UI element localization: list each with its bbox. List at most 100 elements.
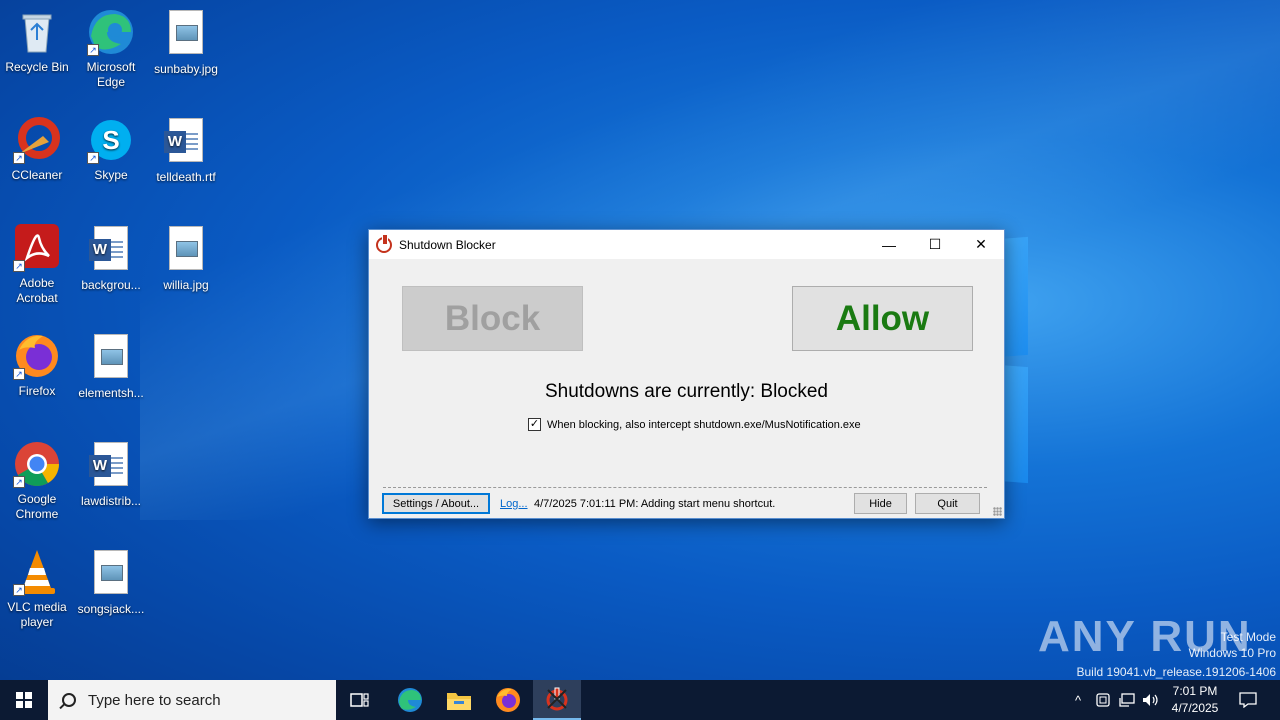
search-input[interactable]: [88, 691, 318, 709]
desktop-icon-image-file[interactable]: elementsh...: [73, 332, 149, 401]
desktop-icon-label: Adobe Acrobat: [16, 276, 58, 305]
image-file-icon: [87, 550, 135, 598]
log-link[interactable]: Log...: [500, 498, 528, 510]
shortcut-arrow-icon: ↗: [13, 476, 25, 488]
desktop-icon-google-chrome[interactable]: ↗ Google Chrome: [0, 440, 75, 522]
maximize-button[interactable]: ☐: [912, 230, 958, 259]
taskbar-shutdown-blocker[interactable]: [533, 680, 581, 720]
watermark-test-mode: Test Mode: [1220, 630, 1276, 644]
skype-icon: S ↗: [87, 116, 135, 164]
desktop-icon-microsoft-edge[interactable]: ↗ Microsoft Edge: [73, 8, 149, 90]
hide-button[interactable]: Hide: [854, 493, 907, 514]
desktop-icon-ccleaner[interactable]: ↗ CCleaner: [0, 116, 75, 183]
close-button[interactable]: ✕: [958, 230, 1004, 259]
window-title: Shutdown Blocker: [399, 237, 496, 252]
svg-text:S: S: [102, 125, 119, 155]
firefox-icon: ↗: [13, 332, 61, 380]
notification-icon: [1239, 692, 1257, 708]
desktop-icon-word-doc[interactable]: W lawdistrib...: [73, 440, 149, 509]
edge-icon: [398, 688, 422, 712]
recycle-bin-icon: [13, 8, 61, 56]
desktop-icon-label: willia.jpg: [163, 278, 209, 292]
desktop-icon-image-file[interactable]: willia.jpg: [148, 224, 224, 293]
desktop-icon-image-file[interactable]: songsjack....: [73, 548, 149, 617]
shortcut-arrow-icon: ↗: [87, 152, 99, 164]
shortcut-arrow-icon: ↗: [13, 260, 25, 272]
shortcut-arrow-icon: ↗: [87, 44, 99, 56]
notifications-button[interactable]: [1230, 680, 1266, 720]
word-file-icon: W: [87, 442, 135, 490]
taskbar-firefox[interactable]: [484, 680, 532, 720]
clock-time: 7:01 PM: [1172, 684, 1218, 698]
search-icon: [62, 693, 76, 707]
security-tray-icon[interactable]: [1093, 680, 1113, 720]
clock-date: 4/7/2025: [1171, 701, 1219, 715]
task-view-button[interactable]: [336, 680, 384, 720]
allow-button[interactable]: Allow: [792, 286, 973, 351]
settings-about-button[interactable]: Settings / About...: [382, 493, 490, 514]
start-button[interactable]: [0, 680, 48, 720]
desktop-icon-label: Google Chrome: [15, 492, 59, 521]
shutdown-blocker-window: Shutdown Blocker — ☐ ✕ Block Allow Shutd…: [368, 229, 1005, 519]
desktop-icon-label: Skype: [94, 168, 128, 182]
taskbar-edge[interactable]: [386, 680, 434, 720]
desktop-icon-label: Recycle Bin: [5, 60, 69, 74]
ccleaner-icon: ↗: [13, 116, 61, 164]
title-bar[interactable]: Shutdown Blocker — ☐ ✕: [369, 230, 1004, 259]
desktop-icon-label: telldeath.rtf: [156, 170, 216, 184]
watermark-edition: Windows 10 Pro: [1188, 646, 1276, 660]
word-file-icon: W: [162, 118, 210, 166]
volume-icon[interactable]: [1140, 680, 1162, 720]
block-button[interactable]: Block: [402, 286, 583, 351]
divider: [383, 487, 987, 488]
image-file-icon: [162, 226, 210, 274]
show-hidden-icons-button[interactable]: ^: [1068, 680, 1088, 720]
taskbar-file-explorer[interactable]: [435, 680, 483, 720]
taskbar-search-box[interactable]: [48, 680, 336, 720]
desktop-icon-label: sunbaby.jpg: [154, 62, 218, 76]
task-view-icon: [350, 693, 369, 707]
windows-logo-icon: [16, 692, 32, 708]
desktop-icon-label: backgrou...: [81, 278, 141, 292]
desktop-icon-label: lawdistrib...: [80, 494, 142, 508]
desktop-icon-adobe-acrobat[interactable]: ↗ Adobe Acrobat: [0, 224, 75, 306]
intercept-checkbox-label: When blocking, also intercept shutdown.e…: [547, 418, 861, 431]
desktop-icon-word-doc[interactable]: W telldeath.rtf: [148, 116, 224, 185]
vlc-icon: ↗: [13, 548, 61, 596]
desktop-icon-word-doc[interactable]: W backgrou...: [73, 224, 149, 293]
taskbar: ^ 7:01 PM 4/7/2025: [0, 680, 1280, 720]
word-file-icon: W: [87, 226, 135, 274]
desktop-icon-label: Firefox: [18, 384, 56, 398]
shortcut-arrow-icon: ↗: [13, 152, 25, 164]
file-explorer-icon: [447, 693, 471, 710]
desktop-icon-skype[interactable]: S ↗ Skype: [73, 116, 149, 183]
log-message: 4/7/2025 7:01:11 PM: Adding start menu s…: [534, 498, 776, 510]
desktop-icon-label: Microsoft Edge: [86, 60, 136, 89]
edge-icon: ↗: [87, 8, 135, 56]
desktop-icon-label: VLC media player: [7, 600, 67, 629]
intercept-checkbox[interactable]: ✓: [528, 418, 541, 431]
watermark-build: Build 19041.vb_release.191206-1406: [1076, 665, 1277, 679]
shutdown-status-text: Shutdowns are currently: Blocked: [544, 381, 829, 402]
desktop-icon-recycle-bin[interactable]: Recycle Bin: [0, 8, 75, 75]
taskbar-clock[interactable]: 7:01 PM 4/7/2025: [1162, 683, 1228, 717]
minimize-button[interactable]: —: [866, 230, 912, 259]
power-icon: [376, 234, 392, 253]
quit-button[interactable]: Quit: [915, 493, 980, 514]
resize-grip-icon[interactable]: [993, 507, 1002, 516]
desktop-icon-label: elementsh...: [78, 386, 144, 400]
intercept-option[interactable]: ✓ When blocking, also intercept shutdown…: [528, 418, 861, 431]
desktop-icon-image-file[interactable]: sunbaby.jpg: [148, 8, 224, 77]
network-icon[interactable]: [1116, 680, 1138, 720]
desktop-icon-vlc[interactable]: ↗ VLC media player: [0, 548, 75, 630]
chrome-icon: ↗: [13, 440, 61, 488]
shutdown-blocker-icon: [546, 687, 568, 711]
acrobat-icon: ↗: [13, 224, 61, 272]
desktop-icon-firefox[interactable]: ↗ Firefox: [0, 332, 75, 399]
image-file-icon: [87, 334, 135, 382]
desktop-icon-label: CCleaner: [11, 168, 63, 182]
image-file-icon: [162, 10, 210, 58]
desktop-icon-label: songsjack....: [77, 602, 145, 616]
shortcut-arrow-icon: ↗: [13, 584, 25, 596]
shortcut-arrow-icon: ↗: [13, 368, 25, 380]
